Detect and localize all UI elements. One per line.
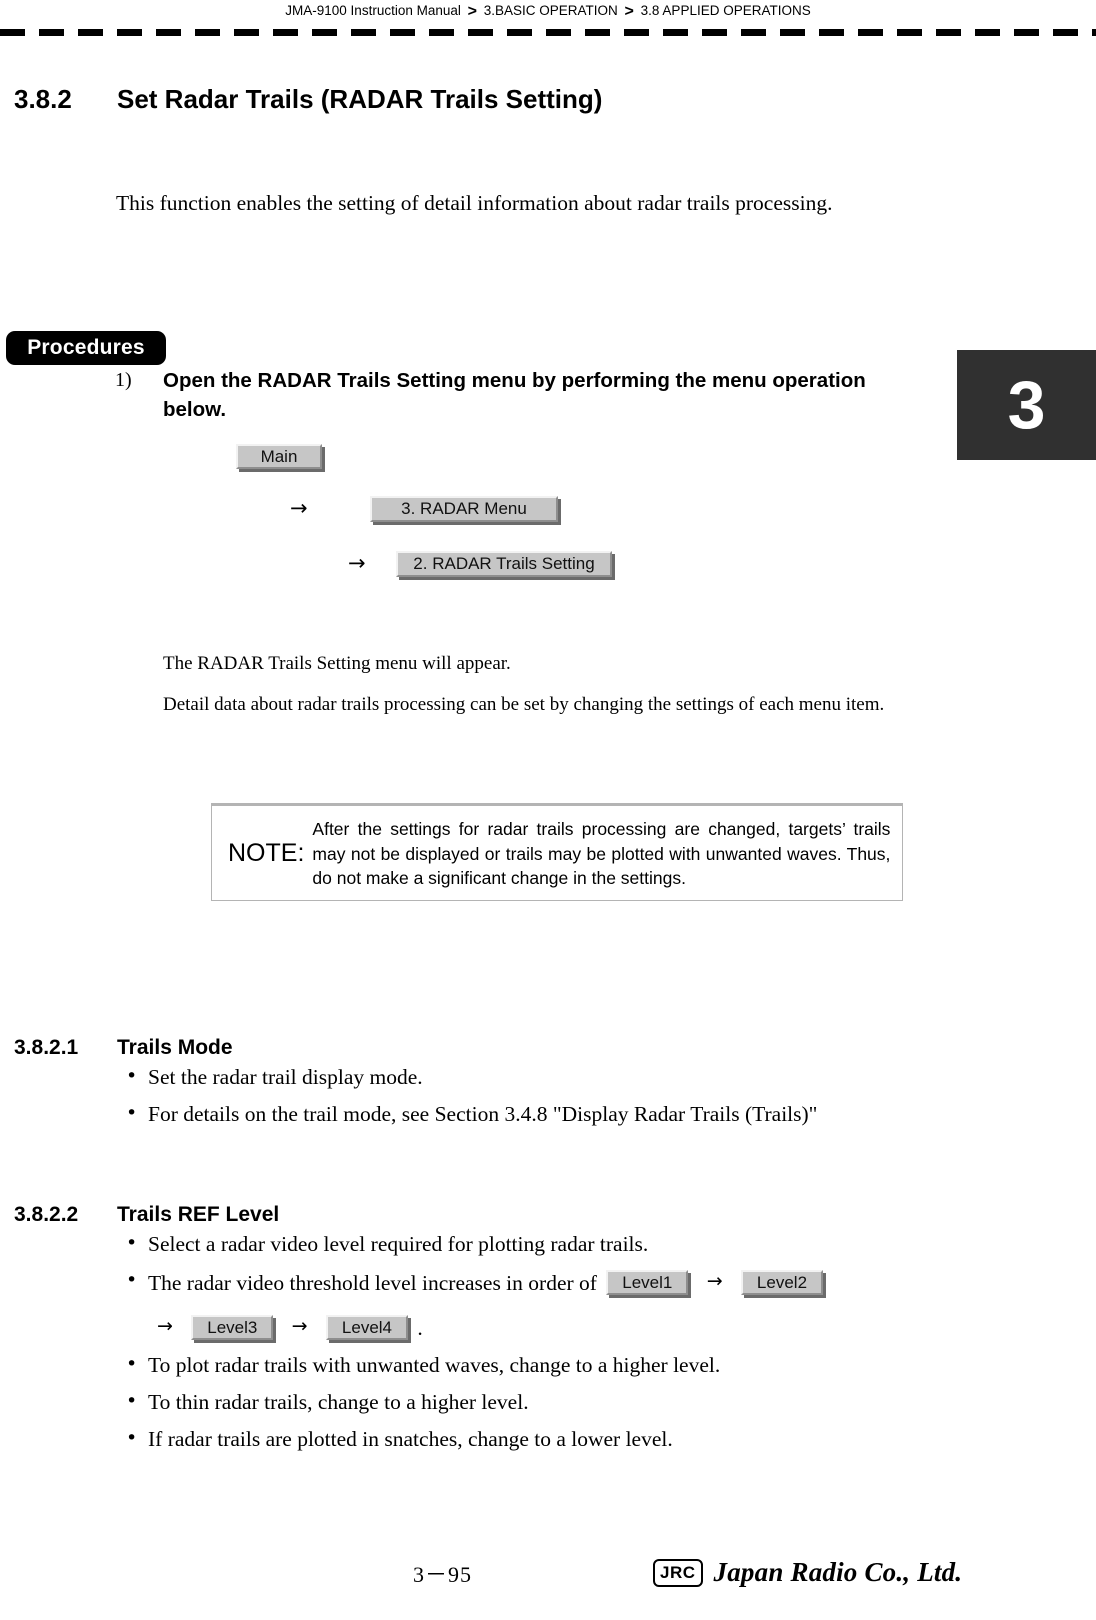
header-dashed-rule: [0, 29, 1096, 36]
menu-detail-note: Detail data about radar trails processin…: [163, 694, 885, 715]
menu-chain-arrow-1: →: [290, 496, 308, 520]
section-title: Set Radar Trails (RADAR Trails Setting): [117, 84, 603, 114]
section-heading-3-8-2: 3.8.2 Set Radar Trails (RADAR Trails Sett…: [14, 84, 602, 115]
list-item-threshold-order: The radar video threshold level increase…: [116, 1265, 956, 1344]
list-item: To plot radar trails with unwanted waves…: [116, 1349, 956, 1381]
step-1-number: 1): [115, 369, 132, 391]
threshold-arrow-2: →: [157, 1315, 173, 1337]
list-item: For details on the trail mode, see Secti…: [116, 1098, 916, 1130]
threshold-period: .: [417, 1316, 423, 1340]
level-chip-level3[interactable]: Level3: [191, 1315, 274, 1340]
list-item: To thin radar trails, change to a higher…: [116, 1386, 956, 1418]
list-item: Set the radar trail display mode.: [116, 1061, 916, 1093]
breadcrumb-section: 3.8 APPLIED OPERATIONS: [640, 3, 811, 18]
breadcrumb-chapter: 3.BASIC OPERATION: [483, 3, 618, 18]
threshold-arrow-3: →: [291, 1315, 308, 1337]
footer-page-number: 3－95: [413, 1562, 473, 1587]
breadcrumb-separator-1: >: [467, 3, 477, 20]
section-intro-paragraph: This function enables the setting of det…: [116, 191, 833, 215]
list-item: If radar trails are plotted in snatches,…: [116, 1423, 956, 1455]
menu-appear-note: The RADAR Trails Setting menu will appea…: [163, 653, 511, 674]
procedures-badge: Procedures: [6, 331, 166, 365]
bullet-list-trails-mode: Set the radar trail display mode. For de…: [116, 1061, 916, 1136]
note-text: After the settings for radar trails proc…: [312, 819, 891, 889]
section-number: 3.8.2: [14, 84, 72, 114]
threshold-second-line: → Level3 → Level4 .: [148, 1311, 956, 1344]
list-item: Select a radar video level required for …: [116, 1228, 956, 1260]
breadcrumb-separator-2: >: [624, 3, 634, 20]
note-label: NOTE:: [228, 838, 305, 867]
menu-button-radar-menu[interactable]: 3. RADAR Menu: [370, 496, 558, 522]
threshold-lead-text: The radar video threshold level increase…: [148, 1271, 597, 1295]
jrc-logo-mark: JRC: [653, 1558, 703, 1587]
level-chip-level1[interactable]: Level1: [606, 1270, 689, 1295]
header-manual-title: JMA-9100 Instruction Manual: [285, 3, 461, 18]
subsection-number: 3.8.2.1: [14, 1036, 79, 1059]
level-chip-level4[interactable]: Level4: [325, 1315, 408, 1340]
subsection-title: Trails REF Level: [117, 1203, 280, 1226]
menu-chain-arrow-2: →: [348, 551, 366, 575]
page-header: JMA-9100 Instruction Manual > 3.BASIC OP…: [0, 0, 1096, 22]
threshold-arrow-1: →: [706, 1270, 723, 1292]
subsection-title: Trails Mode: [117, 1036, 233, 1059]
jrc-company-name: Japan Radio Co., Ltd.: [713, 1557, 963, 1587]
level-chip-level2[interactable]: Level2: [740, 1270, 823, 1295]
subsection-heading-3-8-2-1: 3.8.2.1 Trails Mode: [14, 1036, 233, 1060]
subsection-heading-3-8-2-2: 3.8.2.2 Trails REF Level: [14, 1203, 279, 1227]
step-1-instruction: Open the RADAR Trails Setting menu by pe…: [163, 369, 866, 421]
menu-button-radar-trails-setting[interactable]: 2. RADAR Trails Setting: [396, 551, 612, 577]
subsection-number: 3.8.2.2: [14, 1203, 79, 1226]
bullet-list-trails-ref-level: Select a radar video level required for …: [116, 1228, 956, 1461]
footer-brand-logo: JRC Japan Radio Co., Ltd.: [653, 1557, 962, 1588]
note-box: NOTE: After the settings for radar trail…: [211, 803, 903, 901]
menu-button-main[interactable]: Main: [236, 444, 322, 469]
chapter-tab-marker: 3: [957, 350, 1096, 460]
